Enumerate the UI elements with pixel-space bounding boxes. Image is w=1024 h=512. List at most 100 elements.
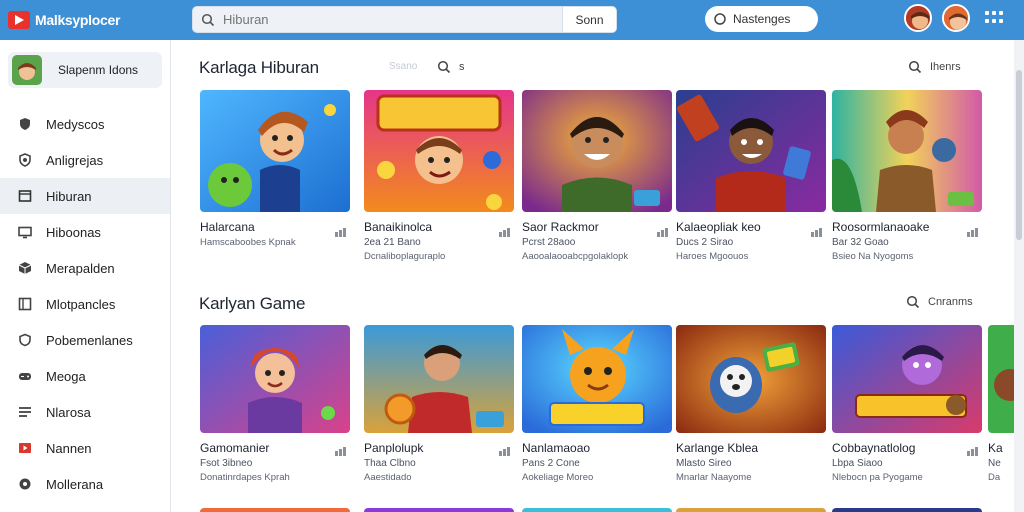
game-card[interactable]: Nanlamaoao Pans 2 Cone Aokeliage Moreo [522,325,672,483]
game-subtitle: Nlebocn pa Pyogame [832,472,923,483]
folder-icon [18,190,32,202]
game-card[interactable]: Banaikinolca 2ea 21 Bano Dcnaliboplagura… [364,90,514,262]
search-input[interactable] [223,7,562,32]
game-card[interactable]: Roosormlanaoake Bar 32 Goao Bsieo Na Nyo… [832,90,982,262]
sidebar-item-mlotpancles[interactable]: Mlotpancles [0,286,170,322]
game-subtitle: Hamscaboobes Kpnak [200,237,296,248]
game-title: Roosormlanaoake [832,220,930,234]
game-thumbnail[interactable] [832,508,982,512]
game-thumbnail [832,325,982,433]
game-subtitle: Aokeliage Moreo [522,472,594,483]
game-thumbnail [676,90,826,212]
game-card[interactable]: Karlange Kblea Mlasto Sireo Mnarlar Naay… [676,325,826,483]
section-title: Karlyan Game [199,294,306,313]
see-more-link[interactable]: Ihenrs [908,60,961,74]
stats-icon [967,228,978,237]
section-sublabel: Ssano [389,61,418,72]
monitor-icon [18,226,32,239]
game-thumbnail[interactable] [364,508,514,512]
game-title: Karlange Kblea [676,441,759,455]
search-circle-icon [714,13,726,25]
sidebar-item-merapalden[interactable]: Merapalden [0,250,170,286]
game-title: Panplolupk [364,441,424,455]
search-icon [437,60,451,74]
see-more-label: Cnranms [928,296,973,308]
notifications-label: Nastenges [733,12,791,26]
game-card[interactable]: Kalaeopliak keo Ducs 2 Sirao Haroes Mgoo… [676,90,826,262]
top-bar: Malksyplocer Sonn Nastenges [0,0,1024,40]
sidebar-item-nannen[interactable]: Nannen [0,430,170,466]
game-subtitle: Aaooalaooabcpgolaklopk [522,251,629,262]
game-title: Halarcana [200,220,255,234]
section-title: Karlaga Hiburan [199,58,319,77]
see-more-label: Ihenrs [930,61,961,73]
game-card[interactable]: Ka Ne Da [988,325,1014,483]
avatar[interactable] [904,4,932,32]
game-card[interactable]: Halarcana Hamscaboobes Kpnak [200,90,350,248]
search-button[interactable]: Sonn [562,7,616,32]
scrollbar[interactable] [1014,40,1024,512]
sidebar-item-hiboonas[interactable]: Hiboonas [0,214,170,250]
game-thumbnail [200,325,350,433]
game-title: Saor Rackmor [522,220,599,234]
sidebar-item-label: Nannen [46,440,92,456]
stats-icon [499,447,510,456]
sidebar-item-hiburan[interactable]: Hiburan [0,178,170,214]
game-thumbnail[interactable] [200,508,350,512]
see-more-link[interactable]: Cnranms [906,295,973,309]
game-subtitle: Haroes Mgoouos [676,251,749,262]
game-thumbnail [522,325,672,433]
game-thumbnail [200,90,350,212]
game-thumbnail [676,325,826,433]
game-thumbnail [832,90,982,212]
game-meta: Mlasto Sireo [676,458,732,469]
game-subtitle: Bsieo Na Nyogoms [832,251,914,262]
avatar[interactable] [942,4,970,32]
section-header: Karlaga Hiburan [199,56,319,80]
game-card[interactable]: Panplolupk Thaa Clbno Aaestidado [364,325,514,483]
sidebar-item-label: Pobemenlanes [46,332,133,348]
game-subtitle: Dcnaliboplaguraplo [364,251,446,262]
game-card[interactable]: Gamomanier Fsot 3ibneo Donatinrdapes Kpr… [200,325,350,483]
game-meta: Ducs 2 Sirao [676,237,734,248]
stats-icon [811,228,822,237]
sidebar-item-label: Mollerana [46,476,104,492]
section-search[interactable]: s [437,60,465,74]
game-meta: Lbpa Siaoo [832,458,883,469]
apps-grid-icon[interactable] [985,11,1003,23]
game-thumbnail [364,325,514,433]
sidebar-item-label: Merapalden [46,260,115,276]
sidebar-nav: Medyscos Anligrejas Hiburan Hiboonas Mer… [0,106,170,502]
sidebar-item-medyscos[interactable]: Medyscos [0,106,170,142]
shield-small-icon [19,333,31,347]
game-meta: Ne [988,458,1001,469]
brand[interactable]: Malksyplocer [8,11,188,29]
main-content: Karlaga Hiburan Ssano s Ihenrs Halarcana… [171,40,1014,512]
notifications-pill[interactable]: Nastenges [705,6,818,32]
search-icon [908,60,922,74]
sidebar-item-label: Medyscos [46,116,105,132]
game-thumbnail [364,90,514,212]
cube-icon [18,262,32,274]
sidebar-item-anligrejas[interactable]: Anligrejas [0,142,170,178]
game-card[interactable]: Cobbaynatlolog Lbpa Siaoo Nlebocn pa Pyo… [832,325,982,483]
shield-icon [20,118,30,130]
sidebar-item-meoga[interactable]: Meoga [0,358,170,394]
profile-card[interactable]: Slapenm Idons [8,52,162,88]
share-icon [19,478,31,490]
sidebar-item-label: Hiburan [46,188,92,204]
sidebar-item-pobemenlanes[interactable]: Pobemenlanes [0,322,170,358]
sidebar-item-mollerana[interactable]: Mollerana [0,466,170,502]
game-thumbnail[interactable] [522,508,672,512]
search-bar: Sonn [192,6,617,33]
play-logo-icon [8,11,30,29]
game-meta: Pans 2 Cone [522,458,580,469]
sidebar-item-nlarosa[interactable]: Nlarosa [0,394,170,430]
scrollbar-thumb[interactable] [1016,70,1022,240]
game-card[interactable]: Saor Rackmor Pcrst 28aoo Aaooalaooabcpgo… [522,90,672,262]
game-meta: 2ea 21 Bano [364,237,421,248]
game-thumbnail[interactable] [676,508,826,512]
stats-icon [499,228,510,237]
game-title: Gamomanier [200,441,270,455]
game-title: Ka [988,441,1003,455]
